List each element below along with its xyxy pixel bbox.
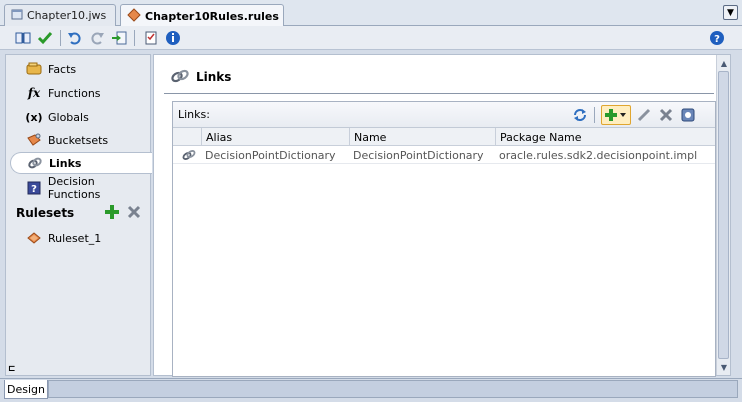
link-icon [177, 146, 201, 164]
table-header: Alias Name Package Name [173, 128, 715, 146]
links-table-toolbar: Links: [173, 102, 715, 128]
title-divider [164, 93, 714, 94]
delete-ruleset-icon[interactable] [126, 204, 142, 220]
facts-icon [26, 61, 42, 77]
rules-file-icon [127, 7, 141, 25]
delete-link-icon[interactable] [657, 106, 675, 124]
scroll-down-icon[interactable]: ▼ [719, 361, 729, 373]
edit-pencil-icon[interactable] [635, 106, 653, 124]
nav-item-decision-functions[interactable]: ? Decision Functions [6, 175, 150, 201]
nav-item-links[interactable]: Links [10, 152, 152, 174]
tab-list-dropdown-icon[interactable]: ▼ [723, 5, 738, 20]
toolbar-separator [134, 30, 135, 46]
page-title: Links [170, 67, 231, 87]
tab-label: Chapter10Rules.rules [145, 9, 279, 23]
editor-tab-bar: Chapter10.jws Chapter10Rules.rules ▼ [0, 0, 742, 27]
editor-bottom-tabs: Design [0, 378, 742, 402]
decision-functions-icon: ? [26, 180, 42, 196]
bottom-tab-strip [48, 380, 738, 398]
info-icon[interactable] [164, 29, 182, 47]
ruleset-icon [26, 230, 42, 246]
svg-text:?: ? [714, 34, 720, 45]
tab-chapter10rules-rules[interactable]: Chapter10Rules.rules [120, 4, 284, 27]
nav-item-label: Links [49, 156, 82, 170]
page-title-text: Links [196, 70, 232, 84]
nav-item-label: Decision Functions [47, 175, 101, 201]
validate-check-icon[interactable] [36, 29, 54, 47]
import-icon[interactable] [110, 29, 128, 47]
column-header-name[interactable]: Name [349, 128, 495, 146]
tab-chapter10-jws[interactable]: Chapter10.jws [4, 4, 116, 26]
tab-design[interactable]: Design [4, 380, 48, 399]
table-row[interactable]: DecisionPointDictionary DecisionPointDic… [173, 146, 715, 164]
svg-text:?: ? [31, 184, 37, 195]
dictionary-icon[interactable] [14, 29, 32, 47]
nav-item-bucketsets[interactable]: Bucketsets [6, 129, 150, 151]
project-file-icon [11, 8, 23, 23]
collapse-icon[interactable]: ⊏ [8, 364, 18, 376]
editor-toolbar: ? [0, 26, 742, 50]
nav-item-functions[interactable]: fx Functions [6, 82, 150, 104]
link-icon [170, 68, 190, 87]
redo-icon[interactable] [88, 29, 106, 47]
help-icon[interactable]: ? [708, 29, 726, 47]
rulesets-heading: Rulesets [16, 206, 75, 220]
add-ruleset-icon[interactable] [104, 204, 120, 220]
ruleset-item[interactable]: Ruleset_1 [6, 227, 150, 249]
checklist-icon[interactable] [142, 29, 160, 47]
links-table-label: Links: [178, 108, 210, 121]
cell-package: oracle.rules.sdk2.decisionpoint.impl [499, 148, 698, 162]
links-panel: Links Links: Alias Name Package Name Dec… [153, 54, 731, 377]
nav-item-label: Functions [48, 86, 101, 100]
nav-item-globals[interactable]: (x) Globals [6, 106, 150, 128]
column-header-alias[interactable]: Alias [201, 128, 349, 146]
scrollbar-thumb[interactable] [718, 71, 729, 359]
link-icon [27, 155, 43, 171]
toolbar-separator [60, 30, 61, 46]
cell-alias: DecisionPointDictionary [205, 148, 336, 162]
functions-icon: fx [27, 86, 41, 100]
scroll-up-icon[interactable]: ▲ [719, 57, 729, 69]
rules-navigator: Facts fx Functions (x) Globals Bucketset… [5, 54, 152, 376]
nav-item-facts[interactable]: Facts [6, 58, 150, 80]
link-properties-icon[interactable] [679, 106, 697, 124]
refresh-icon[interactable] [571, 106, 589, 124]
column-header-package[interactable]: Package Name [495, 128, 715, 146]
vertical-scrollbar[interactable]: ▲ ▼ [716, 55, 730, 375]
tab-label: Chapter10.jws [27, 9, 107, 22]
add-link-button[interactable] [601, 105, 631, 125]
ruleset-label: Ruleset_1 [48, 231, 102, 245]
nav-item-label: Globals [48, 110, 89, 124]
globals-icon: (x) [25, 110, 43, 124]
cell-name: DecisionPointDictionary [353, 148, 484, 162]
toolbar-separator [594, 107, 595, 123]
nav-item-label: Facts [48, 62, 77, 76]
bucketsets-icon [26, 132, 42, 148]
nav-item-label: Bucketsets [48, 133, 109, 147]
undo-icon[interactable] [66, 29, 84, 47]
links-table: Links: Alias Name Package Name DecisionP… [172, 101, 716, 377]
